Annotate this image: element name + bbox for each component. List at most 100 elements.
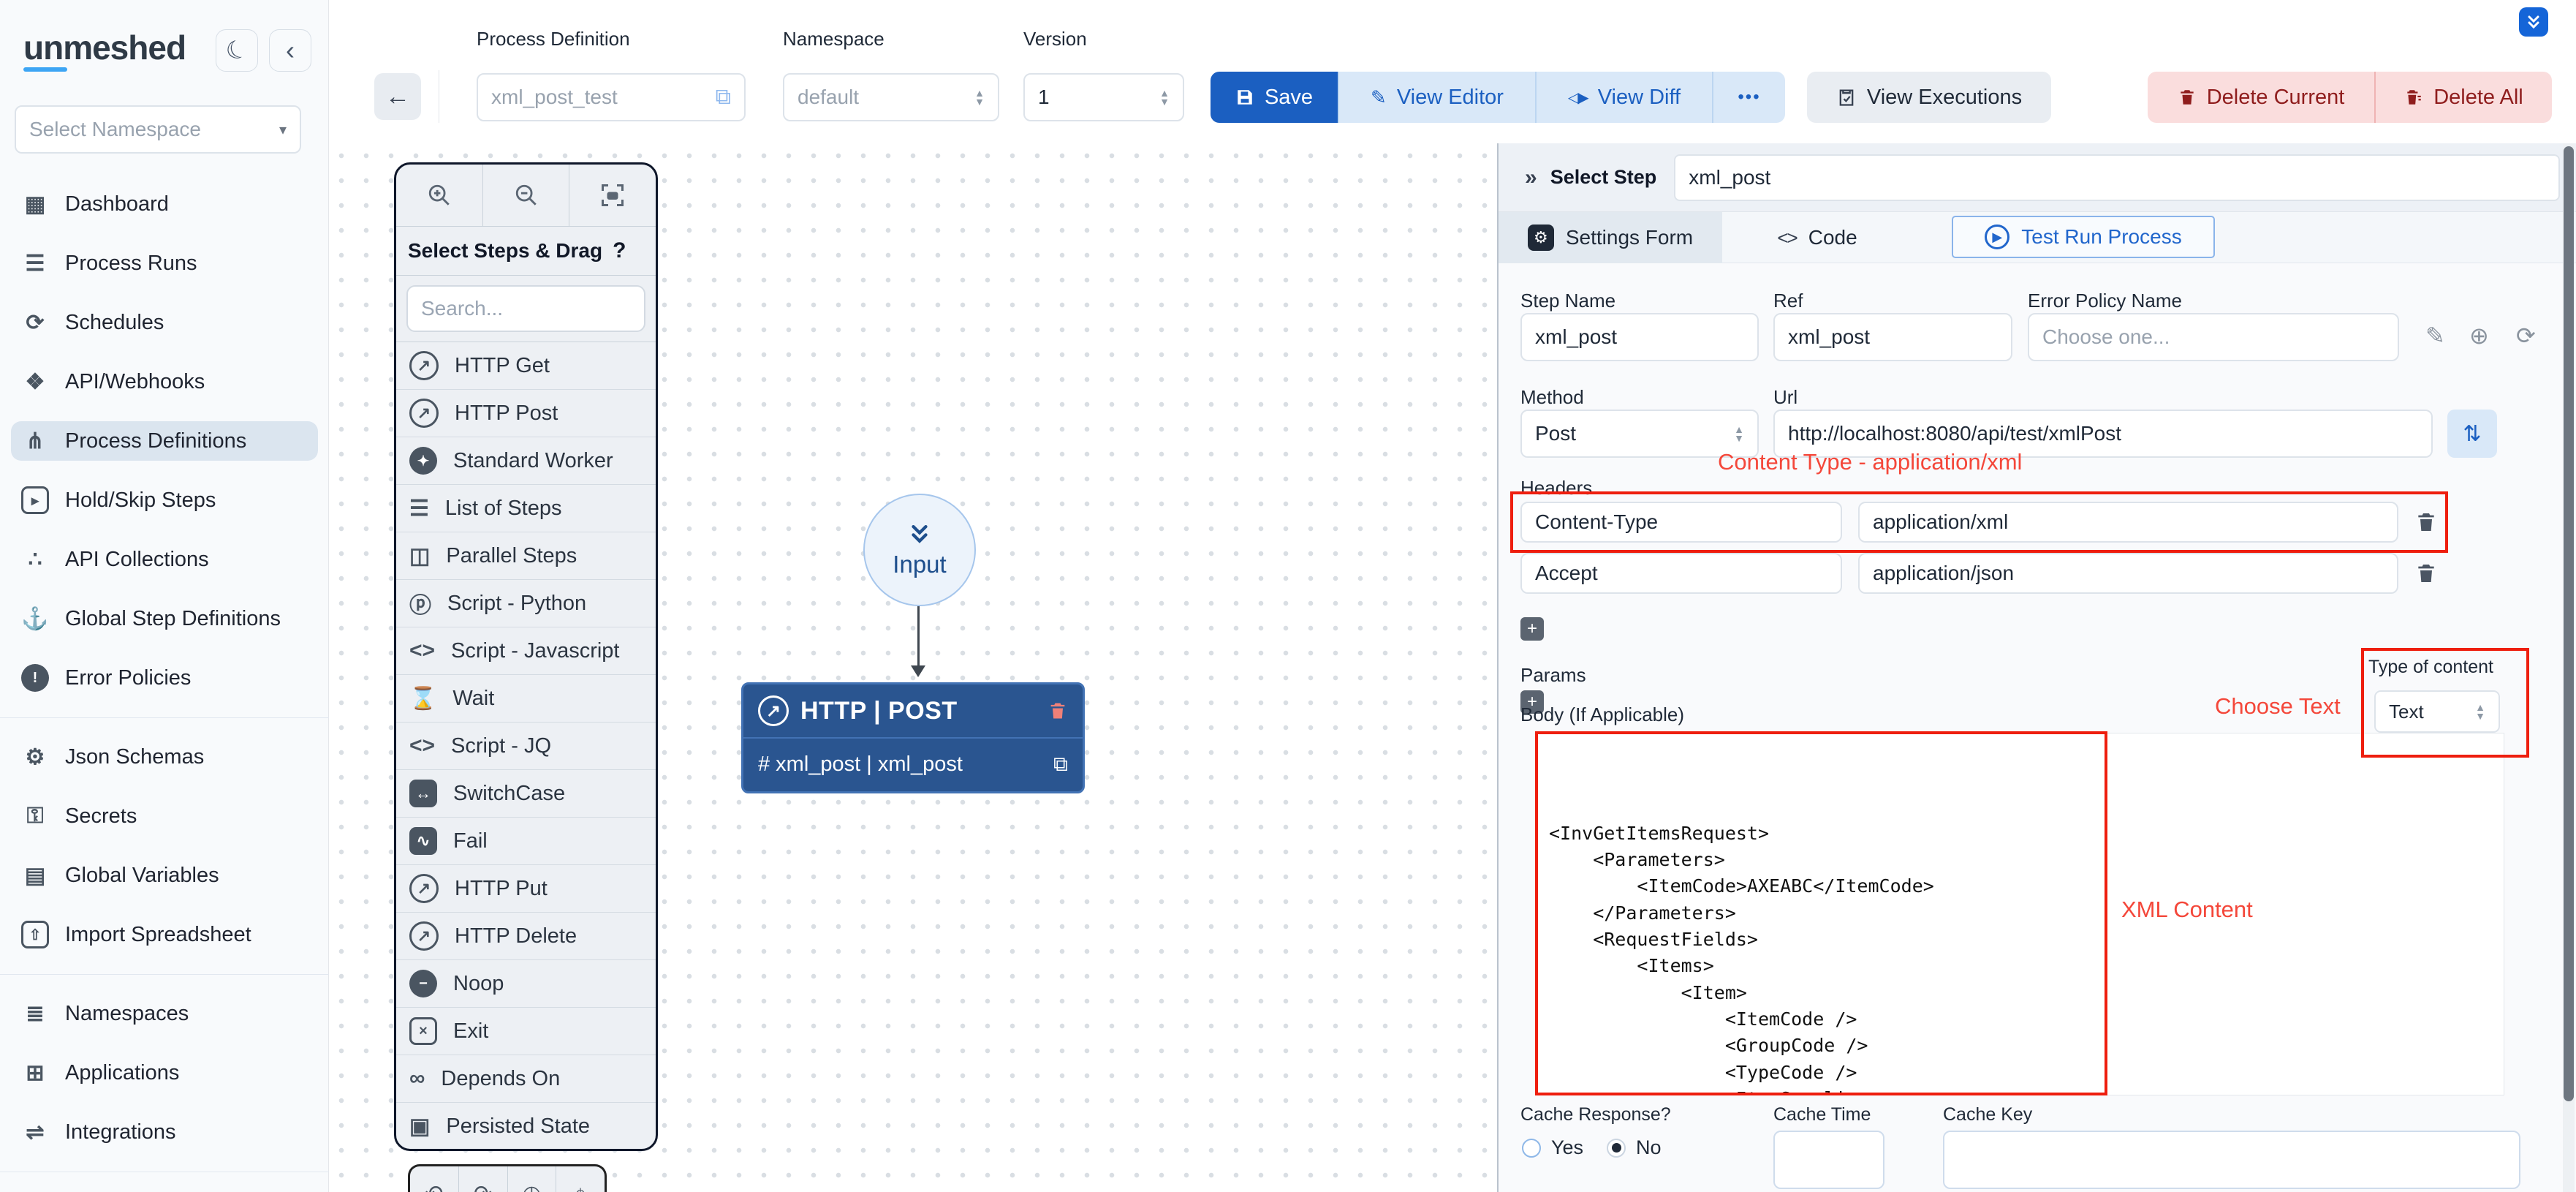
cache-key-input[interactable] xyxy=(1943,1131,2520,1189)
reorder-button[interactable]: ⇅ xyxy=(2447,410,2497,458)
scrollbar-thumb[interactable] xyxy=(2564,146,2574,1101)
palette-step-item[interactable]: ∞ Depends On xyxy=(396,1055,656,1103)
sidebar-item[interactable]: ⊞ Applications xyxy=(11,1053,318,1093)
canvas-tool-button[interactable]: ↶ xyxy=(410,1166,459,1192)
version-value: 1 xyxy=(1038,86,1050,109)
header-value-input[interactable]: application/json xyxy=(1858,553,2398,594)
fit-view-button[interactable] xyxy=(569,165,656,226)
palette-step-item[interactable]: ⓟ Script - Python xyxy=(396,580,656,627)
palette-title: Select Steps & Drag ? xyxy=(396,227,656,276)
version-input[interactable]: 1 ▲▼ xyxy=(1023,73,1184,121)
back-button[interactable]: ← xyxy=(374,73,421,120)
namespace-select[interactable]: Select Namespace ▾ xyxy=(15,105,301,154)
help-icon[interactable]: ? xyxy=(613,238,626,263)
view-diff-button[interactable]: ◁▶ View Diff xyxy=(1535,72,1712,123)
step-name-input[interactable]: xml_post xyxy=(1520,313,1759,361)
double-chevron-right-icon[interactable]: » xyxy=(1525,165,1537,190)
palette-step-item[interactable]: ∿ Fail xyxy=(396,818,656,865)
process-definition-input[interactable]: xml_post_test ⧉ xyxy=(477,73,746,121)
sidebar-item[interactable]: ❖ API/Webhooks xyxy=(11,362,318,401)
tab-settings-form[interactable]: ⚙ Settings Form xyxy=(1499,212,1722,263)
palette-step-item[interactable]: ↗ HTTP Put xyxy=(396,865,656,913)
app-logo-text: unmeshed xyxy=(23,28,186,67)
sidebar-item[interactable]: ⚙ Json Schemas xyxy=(11,737,318,777)
palette-step-item[interactable]: ⌛ Wait xyxy=(396,675,656,723)
http-post-node[interactable]: ↗ HTTP | POST # xml_post | xml_post ⧉ xyxy=(741,682,1085,793)
ref-input[interactable]: xml_post xyxy=(1773,313,2012,361)
palette-step-item[interactable]: − Noop xyxy=(396,960,656,1008)
test-run-process-button[interactable]: ▶ Test Run Process xyxy=(1952,216,2215,258)
palette-step-item[interactable]: ◫ Parallel Steps xyxy=(396,532,656,580)
select-step-value: xml_post xyxy=(1689,166,1770,189)
palette-step-item[interactable]: × Exit xyxy=(396,1008,656,1055)
add-circle-icon[interactable]: ⊕ xyxy=(2469,322,2489,350)
cache-no-radio[interactable] xyxy=(1607,1139,1626,1158)
copy-icon[interactable]: ⧉ xyxy=(716,85,731,110)
save-button[interactable]: Save xyxy=(1211,72,1338,123)
refresh-icon[interactable]: ⟳ xyxy=(2516,322,2536,350)
sidebar-item[interactable]: ! Error Policies xyxy=(11,658,318,698)
more-actions-button[interactable]: ••• xyxy=(1712,72,1785,123)
palette-step-icon: − xyxy=(409,970,437,997)
palette-step-item[interactable]: <> Script - Javascript xyxy=(396,627,656,675)
extension-badge[interactable] xyxy=(2519,7,2548,37)
type-of-content-select[interactable]: Text ▲▼ xyxy=(2374,690,2500,733)
sidebar-item[interactable]: ▤ Global Variables xyxy=(11,856,318,895)
canvas-tool-button[interactable]: ◷ xyxy=(508,1166,557,1192)
header-value-input[interactable]: application/xml xyxy=(1858,502,2398,543)
sidebar-collapse-button[interactable]: ‹ xyxy=(269,29,311,72)
delete-header-icon[interactable] xyxy=(2414,510,2438,534)
palette-search-input[interactable]: Search... xyxy=(406,285,645,332)
sidebar-item[interactable]: ⇧ Import Spreadsheet xyxy=(11,915,318,954)
palette-step-item[interactable]: ✦ Standard Worker xyxy=(396,437,656,485)
sidebar-item[interactable]: ⚓ Global Step Definitions xyxy=(11,599,318,638)
canvas-tool-button[interactable]: ⌖ xyxy=(556,1166,605,1192)
sidebar-item[interactable]: ∴ API Collections xyxy=(11,540,318,579)
version-stepper-icon[interactable]: ▲▼ xyxy=(1159,89,1170,106)
zoom-in-button[interactable] xyxy=(396,165,483,226)
error-policy-select[interactable]: Choose one... xyxy=(2028,313,2399,361)
ref-label: Ref xyxy=(1773,290,1803,312)
delete-header-icon[interactable] xyxy=(2414,562,2438,585)
palette-step-item[interactable]: ↗ HTTP Post xyxy=(396,390,656,437)
sidebar-item[interactable]: ▦ Dashboard xyxy=(11,184,318,224)
add-header-button[interactable]: + xyxy=(1520,617,1544,641)
delete-current-button[interactable]: Delete Current xyxy=(2148,72,2374,123)
sidebar-item[interactable]: ≣ Namespaces xyxy=(11,994,318,1033)
input-node[interactable]: Input xyxy=(863,494,976,606)
header-key-input[interactable]: Content-Type xyxy=(1520,502,1842,543)
sidebar-item[interactable]: ⇌ Integrations xyxy=(11,1112,318,1152)
cache-time-input[interactable] xyxy=(1773,1131,1884,1189)
body-editor[interactable]: <InvGetItemsRequest> <Parameters> <ItemC… xyxy=(1537,733,2504,1095)
palette-step-item[interactable]: ↗ HTTP Get xyxy=(396,342,656,390)
view-editor-button[interactable]: ✎ View Editor xyxy=(1338,72,1535,123)
zoom-out-button[interactable] xyxy=(483,165,570,226)
view-executions-button[interactable]: View Executions xyxy=(1807,72,2051,123)
header-key-input[interactable]: Accept xyxy=(1520,553,1842,594)
node-copy-icon[interactable]: ⧉ xyxy=(1053,752,1068,777)
cache-yes-radio[interactable] xyxy=(1522,1139,1541,1158)
canvas-tool-button[interactable]: ↷ xyxy=(459,1166,508,1192)
delete-all-button[interactable]: Delete All xyxy=(2374,72,2552,123)
palette-step-item[interactable]: ↔ SwitchCase xyxy=(396,770,656,818)
toolbar-namespace-select[interactable]: default ▲▼ xyxy=(783,73,999,121)
node-delete-icon[interactable] xyxy=(1048,701,1068,721)
http-post-node-title: HTTP | POST xyxy=(800,697,958,725)
select-step-input[interactable]: xml_post xyxy=(1674,154,2560,201)
sidebar-item[interactable]: ⋔ Process Definitions xyxy=(11,421,318,461)
palette-step-item[interactable]: ▣ Persisted State xyxy=(396,1103,656,1150)
sidebar-item[interactable]: ☰ Process Runs xyxy=(11,244,318,283)
sidebar-item[interactable]: ⟳ Schedules xyxy=(11,303,318,342)
palette-step-item[interactable]: ☰ List of Steps xyxy=(396,485,656,532)
palette-step-item[interactable]: <> Script - JQ xyxy=(396,723,656,770)
sidebar-item-label: Process Runs xyxy=(65,252,197,276)
dark-mode-toggle[interactable]: ☾ xyxy=(216,29,258,72)
tab-code[interactable]: <> Code xyxy=(1722,212,1912,263)
sidebar-item-label: Namespaces xyxy=(65,1002,189,1026)
sidebar-item[interactable]: ⚿ Secrets xyxy=(11,796,318,836)
inspector-scrollbar[interactable] xyxy=(2563,143,2575,1192)
palette-step-item[interactable]: ↗ HTTP Delete xyxy=(396,913,656,960)
sidebar-item[interactable]: ▸ Hold/Skip Steps xyxy=(11,480,318,520)
workflow-canvas[interactable]: Select Steps & Drag ? Search... ↗ HTTP G… xyxy=(329,143,1497,1192)
edit-pencil-icon[interactable]: ✎ xyxy=(2425,322,2445,350)
